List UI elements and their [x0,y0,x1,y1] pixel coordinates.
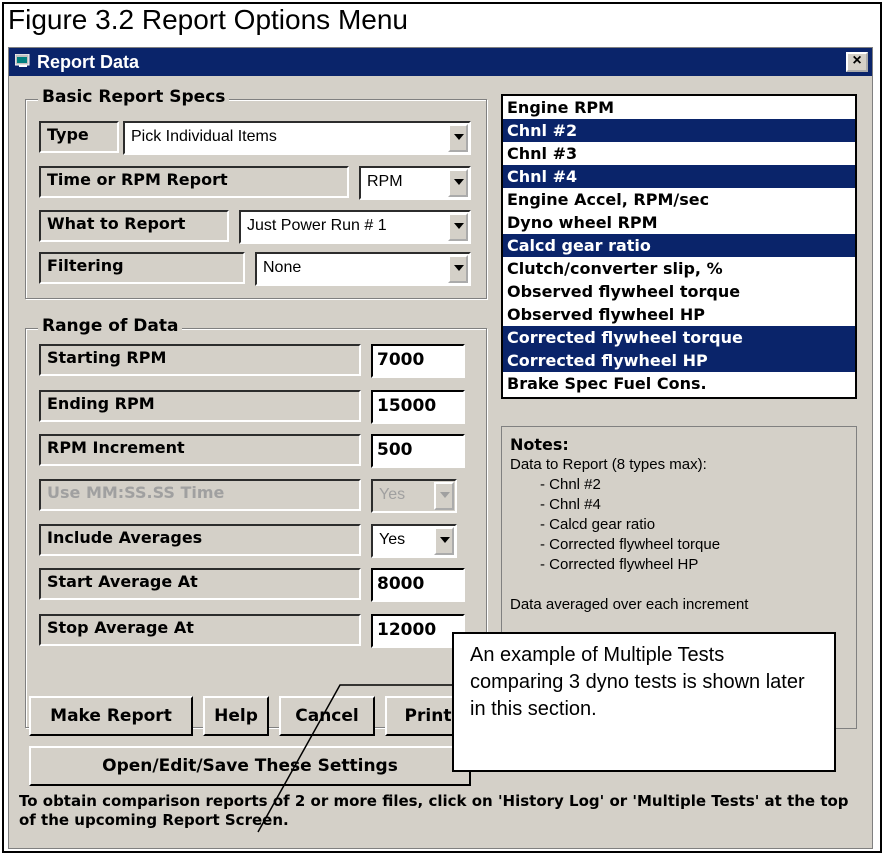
filtering-label: Filtering [39,252,245,284]
rpm-increment-input[interactable]: 500 [371,434,465,468]
list-item[interactable]: Chnl #4 [503,165,855,188]
type-label: Type [39,121,119,153]
what-to-report-select[interactable]: Just Power Run # 1 [239,210,471,244]
notes-item: - Calcd gear ratio [540,516,656,533]
start-average-input[interactable]: 8000 [371,568,465,602]
notes-item: - Chnl #2 [540,476,601,493]
help-button[interactable]: Help [203,696,269,736]
filtering-select[interactable]: None [255,252,471,286]
notes-item: - Corrected flywheel torque [540,536,721,553]
filtering-select-value: None [263,259,302,276]
ending-rpm-input[interactable]: 15000 [371,390,465,424]
list-item[interactable]: Dyno wheel RPM [503,211,855,234]
notes-item: - Chnl #4 [540,496,601,513]
time-rpm-select[interactable]: RPM [359,166,471,200]
what-to-report-label: What to Report [39,210,229,242]
cancel-button[interactable]: Cancel [279,696,375,736]
list-item[interactable]: Corrected flywheel HP [503,349,855,372]
chevron-down-icon[interactable] [448,255,468,283]
time-rpm-label: Time or RPM Report [39,166,349,198]
list-item[interactable]: Clutch/converter slip, % [503,257,855,280]
figure-caption: Figure 3.2 Report Options Menu [8,4,408,35]
chevron-down-icon[interactable] [434,527,454,555]
start-average-label: Start Average At [39,568,361,600]
range-of-data-legend: Range of Data [38,316,183,336]
type-select-value: Pick Individual Items [131,128,277,145]
title-bar: Report Data × [9,48,872,76]
notes-text: Data to Report (8 types max): - Chnl #2 … [510,455,748,615]
data-items-listbox[interactable]: Engine RPM Chnl #2 Chnl #3 Chnl #4 Engine Ac… [501,94,857,399]
list-item[interactable]: Observed flywheel torque [503,280,855,303]
chevron-down-icon [434,482,454,510]
notes-line: Data averaged over each increment [510,596,749,613]
rpm-increment-label: RPM Increment [39,434,361,466]
list-item[interactable]: Observed flywheel HP [503,303,855,326]
time-rpm-select-value: RPM [367,173,403,190]
include-averages-select-value: Yes [379,531,406,548]
annotation-callout: An example of Multiple Tests comparing 3… [452,632,836,772]
mmss-time-select-value: Yes [379,486,406,503]
window-title: Report Data [37,52,140,72]
chevron-down-icon[interactable] [448,124,468,152]
include-averages-label: Include Averages [39,524,361,556]
list-item[interactable]: Engine RPM [503,96,855,119]
what-to-report-select-value: Just Power Run # 1 [247,217,387,234]
make-report-button[interactable]: Make Report [29,696,193,736]
footer-text: To obtain comparison reports of 2 or mor… [19,792,849,829]
list-item[interactable]: Corrected flywheel torque [503,326,855,349]
mmss-time-select: Yes [371,479,457,513]
notes-title: Notes: [510,435,569,454]
list-item[interactable]: Chnl #3 [503,142,855,165]
basic-report-specs-legend: Basic Report Specs [38,87,230,107]
starting-rpm-label: Starting RPM [39,344,361,376]
list-item[interactable]: Brake Spec Fuel Cons. [503,372,855,395]
stop-average-label: Stop Average At [39,614,361,646]
mmss-time-label: Use MM:SS.SS Time [39,479,361,511]
list-item[interactable]: Calcd gear ratio [503,234,855,257]
open-edit-save-button[interactable]: Open/Edit/Save These Settings [29,746,471,786]
notes-item: - Corrected flywheel HP [540,556,699,573]
close-button[interactable]: × [846,52,868,72]
app-icon [15,54,30,67]
list-item[interactable]: Chnl #2 [503,119,855,142]
list-item[interactable]: Engine Accel, RPM/sec [503,188,855,211]
ending-rpm-label: Ending RPM [39,390,361,422]
include-averages-select[interactable]: Yes [371,524,457,558]
type-select[interactable]: Pick Individual Items [123,121,471,155]
starting-rpm-input[interactable]: 7000 [371,344,465,378]
stop-average-input[interactable]: 12000 [371,614,465,648]
notes-line: Data to Report (8 types max): [510,456,707,473]
chevron-down-icon[interactable] [448,213,468,241]
chevron-down-icon[interactable] [448,169,468,197]
